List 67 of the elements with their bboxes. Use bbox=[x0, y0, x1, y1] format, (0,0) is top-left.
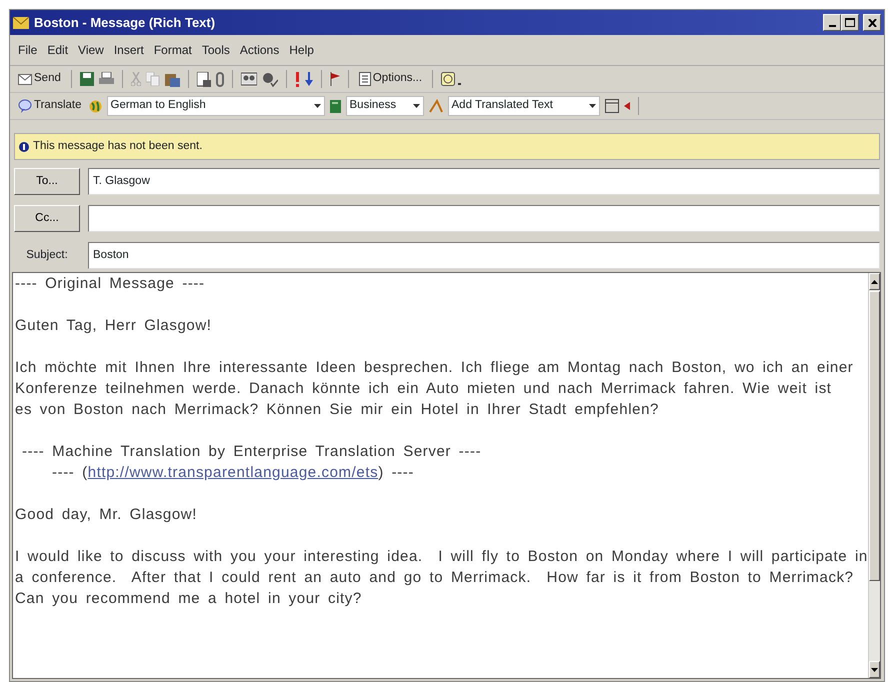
document-icon[interactable] bbox=[196, 72, 211, 86]
message-line: Guten Tag, Herr Glasgow! bbox=[15, 316, 213, 336]
caret-icon bbox=[314, 104, 321, 108]
print-icon[interactable] bbox=[98, 72, 114, 86]
subject-label: Subject: bbox=[25, 248, 69, 263]
message-line: Konferenze teilnehmen werde. Danach könnte ich ein Auto mieten und nach Merrimack fahren. Wie weit ist bbox=[15, 379, 833, 399]
cc-field[interactable] bbox=[88, 205, 880, 232]
menu-item[interactable]: Tools bbox=[202, 41, 230, 59]
to-field[interactable]: T. Glasgow bbox=[88, 168, 880, 195]
options-button[interactable]: Options... bbox=[356, 70, 424, 88]
translate-button[interactable]: Translate bbox=[16, 97, 84, 115]
envelope-icon bbox=[13, 16, 29, 28]
window-title: Boston - Message (Rich Text) bbox=[34, 14, 216, 32]
link[interactable]: http://www.transparentlanguage.com/ets bbox=[88, 464, 378, 481]
menu-item[interactable]: View bbox=[78, 41, 104, 59]
globe-icon[interactable] bbox=[88, 100, 102, 112]
scroll-up-icon bbox=[870, 280, 878, 284]
to-button[interactable]: To... bbox=[14, 168, 80, 195]
menu-item[interactable]: Edit bbox=[47, 41, 68, 59]
domain-dropdown[interactable]: Business bbox=[346, 96, 424, 116]
menu-item[interactable]: Actions bbox=[240, 41, 280, 59]
message-line: Can you recommend me a hotel in your city? bbox=[15, 589, 363, 609]
mode-dropdown[interactable]: Add Translated Text bbox=[448, 96, 600, 116]
left-arrow-icon[interactable] bbox=[624, 102, 630, 110]
info-icon bbox=[19, 142, 29, 152]
message-line: ---- Original Message ---- bbox=[15, 274, 206, 294]
paperclip-icon[interactable] bbox=[216, 72, 224, 86]
address-book-icon[interactable] bbox=[240, 72, 257, 86]
paste-icon[interactable] bbox=[164, 72, 180, 86]
message-line: a conference. After that I could rent an auto and go to Merrimack. How far is it from Boston to Merrimack? bbox=[15, 568, 855, 588]
message-line: ---- Machine Translation by Enterprise Translation Server ---- bbox=[22, 442, 482, 462]
menu-item[interactable]: File bbox=[18, 41, 38, 59]
message-line: ---- (http://www.transparentlanguage.com/ets) ---- bbox=[52, 463, 415, 483]
caret-icon bbox=[588, 104, 596, 108]
scrollbar[interactable] bbox=[868, 273, 880, 678]
close-icon bbox=[868, 18, 876, 26]
window-icon[interactable] bbox=[604, 99, 619, 113]
menu-item[interactable]: Insert bbox=[114, 41, 144, 59]
message-line: es von Boston nach Merrimack? Können Sie mir ein Hotel in Ihrer Stadt empfehlen? bbox=[15, 400, 660, 420]
check-names-icon[interactable] bbox=[262, 72, 278, 86]
message-body[interactable] bbox=[12, 272, 881, 679]
minimize-icon bbox=[828, 24, 836, 26]
message-line: Good day, Mr. Glasgow! bbox=[15, 505, 198, 525]
maximize-button[interactable] bbox=[841, 14, 859, 31]
menu-item[interactable]: Help bbox=[289, 41, 314, 59]
envelope-icon bbox=[18, 74, 32, 84]
help-icon[interactable] bbox=[441, 72, 464, 86]
message-line: I would like to discuss with you your interesting idea. I will fly to Boston on Monday where I will participate in bbox=[15, 547, 868, 567]
down-arrow-icon[interactable] bbox=[304, 72, 313, 86]
scroll-down-icon bbox=[870, 668, 878, 672]
book-icon[interactable] bbox=[330, 100, 341, 112]
minimize-button[interactable] bbox=[823, 14, 841, 31]
close-button[interactable] bbox=[863, 14, 881, 31]
save-icon[interactable] bbox=[80, 72, 94, 86]
info-message: This message has not been sent. bbox=[33, 138, 202, 154]
menu-item[interactable]: Format bbox=[154, 41, 192, 59]
message-line: Ich möchte mit Ihnen Ihre interessante Ideen besprechen. Ich fliege am Montag nach Boston, wo ich an einer bbox=[15, 358, 854, 378]
exclamation-icon[interactable] bbox=[294, 72, 300, 86]
caret-icon bbox=[412, 104, 420, 108]
send-button[interactable]: Send bbox=[16, 70, 63, 88]
maximize-icon bbox=[845, 18, 855, 27]
speech-bubble-icon bbox=[18, 99, 32, 113]
cc-button[interactable]: Cc... bbox=[14, 205, 80, 232]
language-dropdown[interactable]: German to English bbox=[106, 96, 325, 116]
document-icon bbox=[358, 72, 371, 86]
subject-field[interactable]: Boston bbox=[88, 242, 880, 269]
flag-icon[interactable] bbox=[330, 72, 340, 86]
